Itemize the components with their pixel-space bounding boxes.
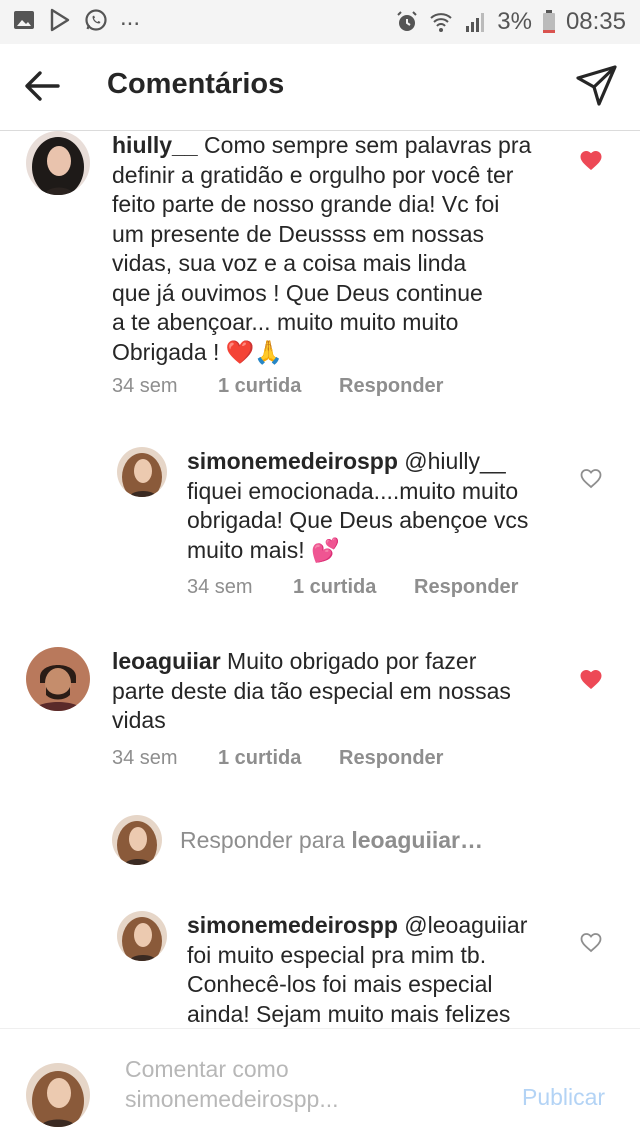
comment-text: Como sempre sem palavras pra	[204, 132, 532, 158]
heart-filled-icon[interactable]	[579, 668, 603, 690]
comment-username[interactable]: simonemedeirospp	[187, 448, 398, 474]
publish-button[interactable]: Publicar	[522, 1084, 605, 1111]
comment-text: feito parte de nosso grande dia! Vc foi	[112, 191, 500, 217]
comment-text: Muito obrigado por fazer	[227, 648, 477, 674]
reply-body: simonemedeirospp @hiully__ fiquei emocio…	[187, 447, 567, 565]
comment-text: vidas	[112, 707, 166, 733]
mention[interactable]: @leoaguiiar	[404, 912, 527, 938]
comment-text: um presente de Deussss em nossas	[112, 220, 485, 247]
heart-filled-icon[interactable]	[579, 149, 603, 171]
comment-body: leoaguiiar Muito obrigado por fazer part…	[112, 647, 572, 736]
comment-input-placeholder: Comentar como	[125, 1056, 289, 1082]
comment-text: vidas, sua voz e a coisa mais linda	[112, 250, 467, 276]
comment-username[interactable]: hiully__	[112, 132, 198, 158]
comments-list[interactable]: hiully__ Como sempre sem palavras pra de…	[0, 131, 640, 1028]
comment-username[interactable]: simonemedeirospp	[187, 912, 398, 938]
comment-line: leoaguiiar Muito obrigado por fazer	[112, 647, 572, 677]
comment-username[interactable]: leoaguiiar	[112, 648, 221, 674]
comment-meta: 34 sem 1 curtida Responder	[112, 747, 443, 770]
status-left: ...	[12, 4, 140, 32]
reply-body: simonemedeirospp @leoaguiiar foi muito e…	[187, 911, 567, 1028]
likes-count[interactable]: 1 curtida	[293, 576, 414, 599]
comment-text: Conhecê-los foi mais especial	[187, 971, 493, 997]
comment-text: foi muito especial pra mim tb.	[187, 941, 487, 968]
comment-text: a te abençoar... muito muito muito	[112, 309, 459, 335]
page-title: Comentários	[107, 68, 285, 100]
mention[interactable]: @hiully__	[404, 448, 505, 474]
comment-text: Obrigada ! ❤️🙏	[112, 338, 284, 365]
alarm-icon	[397, 11, 417, 31]
signal-icon	[466, 13, 485, 32]
comment-input-placeholder: simonemedeirospp...	[125, 1086, 339, 1112]
comment-line: simonemedeirospp @leoaguiiar	[187, 911, 567, 941]
comment-text: que já ouvimos ! Que Deus continue	[112, 279, 483, 306]
comment-text: obrigada! Que Deus abençoe vcs	[187, 507, 529, 533]
direct-send-icon[interactable]	[574, 62, 620, 108]
avatar	[26, 1063, 90, 1127]
comment-composer: Comentar como simonemedeirospp... Public…	[0, 1028, 640, 1139]
comment-time: 34 sem	[112, 747, 178, 769]
comment-meta: 34 sem 1 curtida Responder	[112, 375, 443, 398]
comment-text: definir a gratidão e orgulho por você te…	[112, 161, 514, 188]
image-icon	[14, 11, 34, 29]
comment-line: simonemedeirospp @hiully__	[187, 447, 567, 477]
clock: 08:35	[565, 8, 626, 35]
comment-line: hiully__ Como sempre sem palavras pra	[112, 131, 572, 161]
back-arrow-icon[interactable]	[22, 66, 62, 106]
battery-percent: 3%	[497, 8, 532, 35]
reply-prompt-prefix: Responder para	[180, 827, 352, 853]
battery-icon	[542, 10, 555, 33]
comment-text: parte deste dia tão especial em nossas	[112, 677, 511, 704]
app-header: Comentários	[0, 44, 640, 131]
comment-text: fiquei emocionada....muito muito	[187, 477, 519, 504]
avatar	[112, 815, 162, 865]
play-store-icon	[50, 8, 70, 32]
status-right: 3% 08:35	[395, 8, 626, 36]
avatar[interactable]	[117, 447, 167, 497]
likes-count[interactable]: 1 curtida	[218, 375, 339, 398]
avatar[interactable]	[26, 131, 90, 195]
whatsapp-icon	[85, 9, 107, 31]
more-notifications: ...	[120, 4, 141, 31]
comment-meta: 34 sem 1 curtida Responder	[187, 576, 518, 599]
likes-count[interactable]: 1 curtida	[218, 747, 339, 770]
heart-outline-icon[interactable]	[579, 931, 603, 953]
wifi-icon	[430, 13, 452, 32]
comment-text: ainda! Sejam muito mais felizes	[187, 1000, 511, 1027]
reply-button[interactable]: Responder	[339, 747, 443, 770]
comment-time: 34 sem	[187, 576, 253, 598]
comment-body: hiully__ Como sempre sem palavras pra de…	[112, 131, 572, 367]
reply-button[interactable]: Responder	[414, 576, 518, 599]
reply-input-prompt[interactable]: Responder para leoaguiiar…	[180, 827, 483, 854]
status-bar: ... 3% 08:35	[0, 0, 640, 44]
reply-prompt-username: leoaguiiar…	[351, 827, 483, 853]
comment-time: 34 sem	[112, 375, 178, 397]
comment-input[interactable]: Comentar como simonemedeirospp...	[125, 1054, 425, 1114]
reply-button[interactable]: Responder	[339, 375, 443, 398]
avatar[interactable]	[117, 911, 167, 961]
heart-outline-icon[interactable]	[579, 467, 603, 489]
comment-text: muito mais! 💕	[187, 536, 340, 563]
avatar[interactable]	[26, 647, 90, 711]
